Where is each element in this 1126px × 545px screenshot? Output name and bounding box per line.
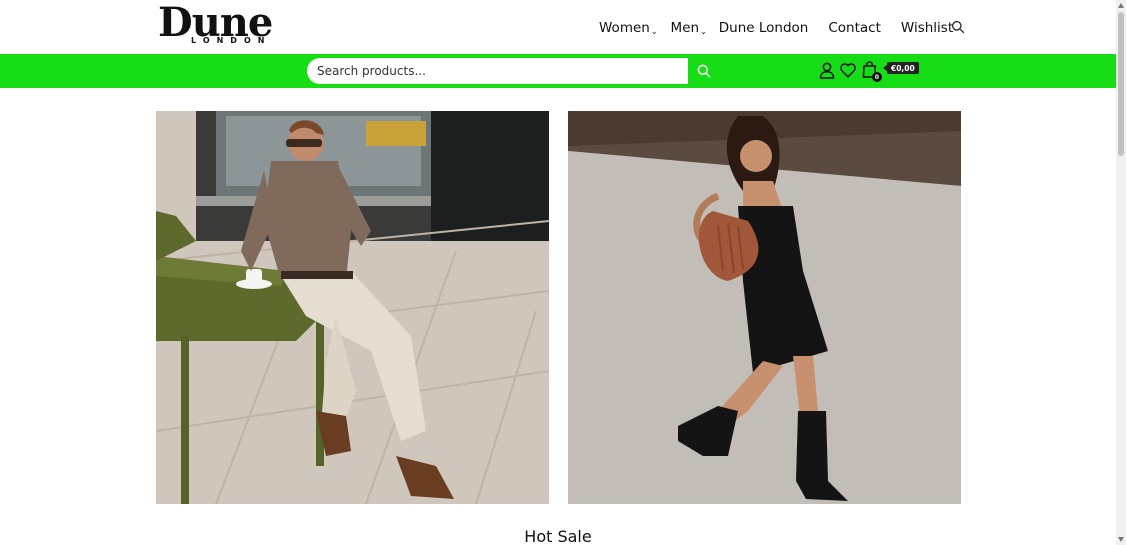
product-search	[307, 58, 719, 84]
nav-item-men[interactable]: Men ⌄	[671, 20, 707, 36]
heart-icon[interactable]	[840, 63, 856, 78]
nav-item-contact-label: Contact	[828, 20, 881, 36]
nav-item-wishlist[interactable]: Wishlist	[901, 20, 953, 36]
nav-item-women[interactable]: Women ⌄	[599, 20, 658, 36]
nav-item-women-label: Women	[599, 20, 650, 36]
nav-item-men-label: Men	[670, 20, 700, 36]
chevron-down-icon: ⌄	[700, 26, 707, 36]
hot-sale-heading: Hot Sale	[524, 527, 592, 545]
search-icon	[697, 64, 710, 78]
search-bar-strip	[0, 54, 1116, 88]
chevron-down-icon: ⌄	[650, 26, 658, 36]
user-icon[interactable]	[819, 62, 835, 79]
men-hero-image[interactable]	[156, 111, 549, 504]
nav-item-dune-london-label: Dune London	[718, 20, 809, 36]
scroll-thumb[interactable]	[1118, 12, 1124, 156]
women-hero-image[interactable]	[568, 111, 961, 504]
search-input[interactable]	[307, 58, 688, 84]
nav-item-contact[interactable]: Contact	[828, 20, 881, 36]
logo-subtitle: LONDON	[191, 36, 272, 45]
search-submit-button[interactable]	[688, 58, 719, 84]
dune-london-logo[interactable]: Dune LONDON	[158, 0, 294, 47]
page-scrollbar[interactable]	[1116, 0, 1126, 545]
cart-count-badge[interactable]: 0	[872, 72, 882, 82]
scroll-up-arrow-icon[interactable]	[1118, 3, 1124, 8]
nav-item-dune-london[interactable]: Dune London	[719, 20, 809, 36]
site-header: Dune LONDON Women ⌄ Men ⌄ Dune London Co…	[0, 0, 1116, 54]
scroll-down-arrow-icon[interactable]	[1118, 537, 1124, 542]
search-icon[interactable]	[951, 20, 965, 34]
main-navigation: Women ⌄ Men ⌄ Dune London Contact Wishli…	[599, 17, 953, 39]
cart-total[interactable]: €0,00	[883, 62, 919, 74]
nav-item-wishlist-label: Wishlist	[900, 20, 954, 36]
